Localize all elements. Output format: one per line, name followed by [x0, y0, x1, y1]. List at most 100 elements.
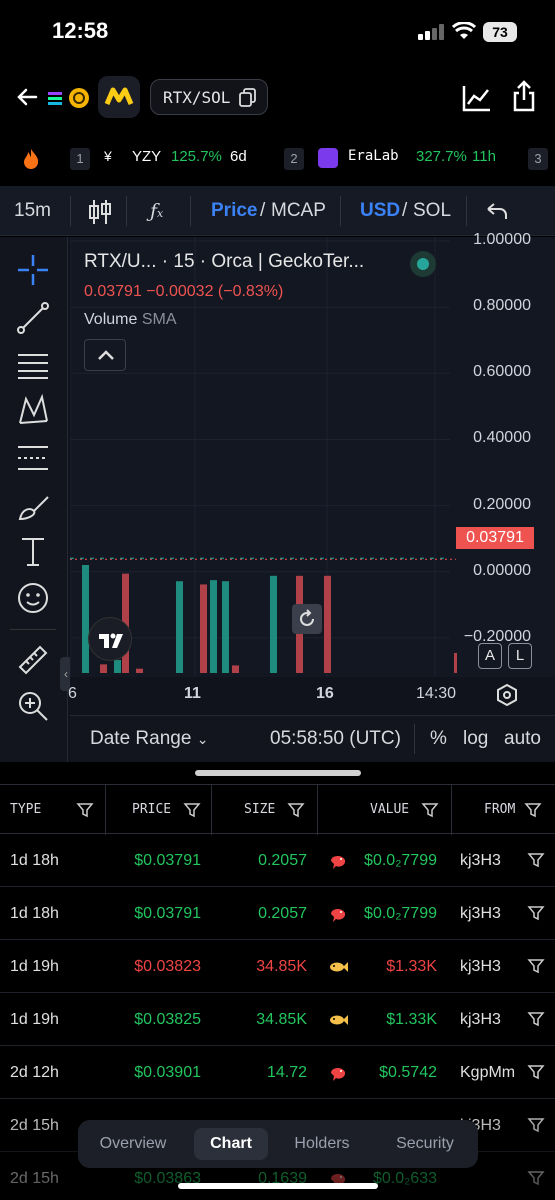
y-tick-label: 0.80000	[473, 297, 531, 315]
back-arrow-icon[interactable]	[14, 84, 40, 110]
table-row[interactable]: 1d 19h $0.03823 34.85K $1.33K kj3H3	[0, 940, 555, 993]
x-axis: 6 11 16 14:30	[68, 677, 555, 713]
filter-maker-icon[interactable]	[527, 1116, 545, 1134]
crosshair-icon[interactable]	[16, 253, 50, 287]
zoom-in-icon[interactable]	[16, 689, 50, 723]
auto-scale-button[interactable]: A	[478, 643, 502, 669]
collapse-legend-button[interactable]	[84, 339, 126, 371]
trade-maker: KgpMm	[460, 1064, 516, 1081]
filter-maker-icon[interactable]	[527, 1063, 545, 1081]
volume-bar	[200, 584, 207, 673]
filter-maker-icon[interactable]	[527, 904, 545, 922]
chart-panel: ‹ RTX/U... · 15 · Orca | GeckoTer... 0.0…	[0, 231, 555, 762]
ticker-symbol[interactable]: EraLab	[348, 148, 399, 164]
sol-toggle[interactable]: SOL	[413, 200, 451, 222]
pair-copy-button[interactable]: RTX/SOL	[150, 79, 268, 115]
log-toggle[interactable]: log	[463, 728, 488, 750]
trend-line-icon[interactable]	[16, 301, 50, 335]
table-header: TYPE PRICE SIZE VALUE FROM	[0, 784, 555, 835]
filter-icon[interactable]	[287, 801, 305, 819]
interval-selector[interactable]: 15m	[14, 200, 51, 222]
volume-bar	[176, 581, 183, 673]
table-row[interactable]: 1d 19h $0.03825 34.85K $1.33K kj3H3	[0, 993, 555, 1046]
tab-security[interactable]: Security	[378, 1128, 472, 1160]
home-indicator	[178, 1183, 378, 1189]
tab-holders[interactable]: Holders	[280, 1128, 364, 1160]
x-tick-label: 16	[316, 685, 334, 702]
trade-price: $0.03791	[134, 905, 201, 922]
reset-chart-button[interactable]	[292, 604, 322, 634]
divider	[466, 196, 467, 226]
divider	[126, 196, 127, 226]
tradingview-logo-icon	[88, 617, 132, 661]
date-range-label: Date Range	[90, 728, 192, 749]
tab-overview[interactable]: Overview	[86, 1128, 180, 1160]
ticker-change: 125.7%	[171, 148, 222, 165]
filter-maker-icon[interactable]	[527, 1169, 545, 1187]
filter-icon[interactable]	[183, 801, 201, 819]
trade-size: 0.2057	[258, 852, 307, 869]
emoji-icon[interactable]	[16, 581, 50, 615]
y-tick-label: 0.60000	[473, 363, 531, 381]
ticker-symbol[interactable]: YZY	[132, 148, 161, 165]
filter-icon[interactable]	[524, 801, 542, 819]
candlestick-icon[interactable]	[88, 198, 112, 226]
auto-toggle[interactable]: auto	[504, 728, 541, 750]
settings-hex-icon[interactable]	[496, 683, 518, 707]
pattern-icon[interactable]	[16, 393, 50, 427]
date-range-dropdown[interactable]: Date Range ⌄	[90, 728, 208, 750]
brush-icon[interactable]	[16, 489, 50, 523]
sheet-drag-handle[interactable]	[195, 770, 361, 776]
divider	[414, 724, 415, 754]
ticker-rank: 1	[70, 148, 90, 170]
volume-bar	[270, 575, 277, 673]
trade-age: 1d 18h	[10, 905, 59, 922]
log-scale-button[interactable]: L	[508, 643, 532, 669]
forecast-icon[interactable]	[16, 441, 50, 475]
mcap-toggle[interactable]: MCAP	[271, 200, 326, 222]
filter-icon[interactable]	[76, 801, 94, 819]
filter-maker-icon[interactable]	[527, 851, 545, 869]
trending-ticker[interactable]: 1 ¥ YZY 125.7% 6d 2 EraLab 327.7% 11h 3	[0, 142, 555, 178]
trade-size: 34.85K	[256, 958, 307, 975]
trade-value: $1.33K	[386, 958, 437, 975]
table-row[interactable]: 1d 18h $0.03791 0.2057 $0.0₂7799 kj3H3	[0, 887, 555, 940]
trade-age: 1d 19h	[10, 958, 59, 975]
share-icon[interactable]	[512, 80, 536, 112]
copy-icon	[239, 88, 256, 107]
status-bar: 12:58 73	[0, 0, 555, 64]
trade-maker: kj3H3	[460, 958, 501, 975]
fire-icon	[24, 149, 39, 169]
filter-icon[interactable]	[421, 801, 439, 819]
price-toggle[interactable]: Price	[211, 200, 257, 222]
indicators-icon[interactable]: ƒx	[150, 200, 163, 222]
volume-bar	[454, 653, 457, 673]
slash: /	[260, 200, 266, 221]
percent-toggle[interactable]: %	[430, 728, 447, 750]
usd-toggle[interactable]: USD	[360, 200, 400, 222]
trade-price: $0.03791	[134, 852, 201, 869]
volume-bar	[324, 575, 331, 673]
undo-icon[interactable]	[486, 202, 508, 220]
text-tool-icon[interactable]	[16, 535, 50, 569]
divider	[190, 196, 191, 226]
filter-maker-icon[interactable]	[527, 957, 545, 975]
ye-icon: ¥	[104, 148, 112, 164]
trade-maker: kj3H3	[460, 1011, 501, 1028]
filter-maker-icon[interactable]	[527, 1010, 545, 1028]
table-row[interactable]: 2d 12h $0.03901 14.72 $0.5742 KgpMm	[0, 1046, 555, 1099]
dex-logo-icon	[98, 76, 140, 118]
parallel-lines-icon[interactable]	[16, 347, 50, 381]
wifi-icon	[452, 22, 476, 39]
tab-chart[interactable]: Chart	[194, 1128, 268, 1160]
chart-toggle-icon[interactable]	[462, 84, 492, 112]
sma-label: SMA	[141, 311, 177, 328]
volume-label: Volume	[84, 311, 138, 328]
trade-size: 34.85K	[256, 1011, 307, 1028]
utc-clock[interactable]: 05:58:50 (UTC)	[270, 728, 401, 750]
chart-toolbar: 15m ƒx Price / MCAP USD / SOL	[0, 186, 555, 236]
token-header: RTX/SOL	[0, 70, 555, 126]
x-tick-label: 14:30	[416, 685, 457, 702]
table-row[interactable]: 1d 18h $0.03791 0.2057 $0.0₂7799 kj3H3	[0, 834, 555, 887]
ruler-icon[interactable]	[16, 643, 50, 677]
